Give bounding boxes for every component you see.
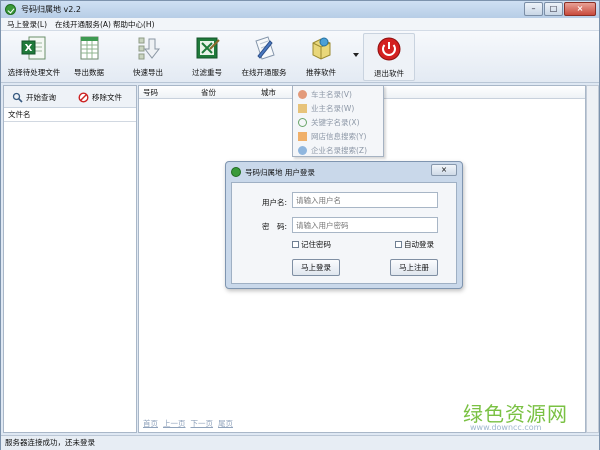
next-page-link[interactable]: 下一页 xyxy=(191,418,214,429)
menu-help[interactable]: 帮助中心(H) xyxy=(113,19,155,30)
minimize-button[interactable]: – xyxy=(524,2,543,16)
column-city[interactable]: 城市 xyxy=(261,87,276,98)
filename-column-header[interactable]: 文件名 xyxy=(4,109,136,122)
remember-password-checkbox[interactable]: 记住密码 xyxy=(292,239,331,250)
minimize-icon: – xyxy=(531,4,536,13)
password-label: 密 码: xyxy=(262,222,288,231)
close-icon: × xyxy=(576,4,584,13)
dropdown-item-company-search[interactable]: 企业名录搜索(Z) xyxy=(295,144,383,157)
remove-file-label: 移除文件 xyxy=(92,92,122,102)
column-province[interactable]: 省份 xyxy=(201,87,216,98)
status-bar: 服务器连接成功，还未登录 xyxy=(1,435,599,450)
pager: 首页 上一页 下一页 尾页 xyxy=(143,418,238,429)
menu-online-service[interactable]: 在线开通服务(A) xyxy=(55,19,111,30)
select-file-label: 选择待处理文件 xyxy=(7,68,61,77)
filter-duplicates-button[interactable]: 过滤重号 xyxy=(187,33,227,81)
dropdown-item-keyword[interactable]: 关键字名录(X) xyxy=(295,116,383,129)
search-icon xyxy=(12,92,23,103)
excel-file-icon: X xyxy=(21,36,46,60)
toolbar: X 选择待处理文件 导出数据 快速导出 过滤重号 在线开通服务 推荐软件 退出软… xyxy=(1,31,599,83)
maximize-icon: □ xyxy=(549,4,558,13)
login-dialog: 号码归属地 用户登录 × 用户名: 密 码: 记住密码 自动登录 马上登录 马上… xyxy=(225,161,463,289)
title-bar[interactable]: 号码归属地 v2.2 – □ × xyxy=(1,1,599,18)
password-input[interactable] xyxy=(292,217,438,233)
svg-text:X: X xyxy=(25,43,33,54)
dropdown-item-shop-search[interactable]: 网店信息搜索(Y) xyxy=(295,130,383,143)
login-button[interactable]: 马上登录 xyxy=(292,259,340,276)
quick-export-label: 快速导出 xyxy=(133,68,163,77)
spreadsheet-icon xyxy=(80,36,99,60)
export-data-button[interactable]: 导出数据 xyxy=(67,33,111,81)
select-file-button[interactable]: X 选择待处理文件 xyxy=(5,33,63,81)
dropdown-item-label: 车主名录(V) xyxy=(311,90,352,99)
app-window: 号码归属地 v2.2 – □ × 马上登录(L) 在线开通服务(A) 帮助中心(… xyxy=(0,0,600,450)
vertical-scrollbar[interactable] xyxy=(586,85,599,433)
prev-page-link[interactable]: 上一页 xyxy=(163,418,186,429)
close-button[interactable]: × xyxy=(564,2,596,16)
auto-login-checkbox[interactable]: 自动登录 xyxy=(395,239,434,250)
window-controls: – □ × xyxy=(523,2,596,16)
window-title: 号码归属地 v2.2 xyxy=(21,5,81,14)
username-input[interactable] xyxy=(292,192,438,208)
dropdown-item-label: 业主名录(W) xyxy=(311,104,355,113)
quick-export-button[interactable]: 快速导出 xyxy=(127,33,169,81)
menu-bar: 马上登录(L) 在线开通服务(A) 帮助中心(H) xyxy=(1,18,599,31)
online-service-label: 在线开通服务 xyxy=(241,68,287,77)
dropdown-item-label: 关键字名录(X) xyxy=(311,118,360,127)
maximize-button[interactable]: □ xyxy=(544,2,563,16)
globe-icon xyxy=(298,146,307,155)
dropdown-item-label: 企业名录搜索(Z) xyxy=(311,146,367,155)
software-box-icon xyxy=(312,37,331,60)
power-icon xyxy=(377,37,401,61)
no-entry-icon xyxy=(78,91,89,103)
app-logo-icon xyxy=(5,4,16,15)
dropdown-item-property-owners[interactable]: 业主名录(W) xyxy=(295,102,383,115)
first-page-link[interactable]: 首页 xyxy=(143,418,158,429)
remove-file-button[interactable]: 移除文件 xyxy=(78,90,122,104)
document-pen-icon xyxy=(255,36,275,60)
last-page-link[interactable]: 尾页 xyxy=(218,418,233,429)
filter-duplicates-label: 过滤重号 xyxy=(192,68,222,77)
recommend-software-button[interactable]: 推荐软件 xyxy=(301,33,341,81)
checkbox-box[interactable] xyxy=(292,241,299,248)
dialog-close-button[interactable]: × xyxy=(431,164,457,176)
house-icon xyxy=(298,104,307,113)
chevron-down-icon[interactable] xyxy=(353,53,359,57)
menu-login[interactable]: 马上登录(L) xyxy=(7,19,47,30)
exit-software-label: 退出软件 xyxy=(374,69,404,78)
car-icon xyxy=(298,90,307,99)
checkbox-box[interactable] xyxy=(395,241,402,248)
dropdown-item-car-owners[interactable]: 车主名录(V) xyxy=(295,88,383,101)
login-form: 用户名: 密 码: 记住密码 自动登录 马上登录 马上注册 xyxy=(231,182,457,284)
username-label: 用户名: xyxy=(262,198,288,207)
exit-software-button[interactable]: 退出软件 xyxy=(363,33,415,81)
magnifier-icon xyxy=(298,118,307,127)
shop-icon xyxy=(298,132,307,141)
filter-excel-icon xyxy=(196,37,220,59)
login-dialog-title: 号码归属地 用户登录 xyxy=(245,168,315,177)
file-panel-actions: 开始查询 移除文件 xyxy=(4,86,136,108)
app-logo-icon xyxy=(231,167,241,177)
start-query-label: 开始查询 xyxy=(26,92,56,102)
column-number[interactable]: 号码 xyxy=(143,87,158,98)
register-button[interactable]: 马上注册 xyxy=(390,259,438,276)
recommend-dropdown-menu: 车主名录(V) 业主名录(W) 关键字名录(X) 网店信息搜索(Y) 企业名录搜… xyxy=(292,85,384,157)
recommend-software-label: 推荐软件 xyxy=(306,68,336,77)
download-arrow-icon xyxy=(138,37,161,60)
watermark-url: www.downcc.com xyxy=(470,423,542,432)
file-panel: 开始查询 移除文件 文件名 xyxy=(3,85,137,433)
dropdown-item-label: 网店信息搜索(Y) xyxy=(311,132,367,141)
close-icon: × xyxy=(440,165,448,174)
start-query-button[interactable]: 开始查询 xyxy=(12,90,56,104)
export-data-label: 导出数据 xyxy=(74,68,104,77)
online-service-button[interactable]: 在线开通服务 xyxy=(239,33,289,81)
remember-password-label: 记住密码 xyxy=(301,240,331,249)
auto-login-label: 自动登录 xyxy=(404,240,434,249)
